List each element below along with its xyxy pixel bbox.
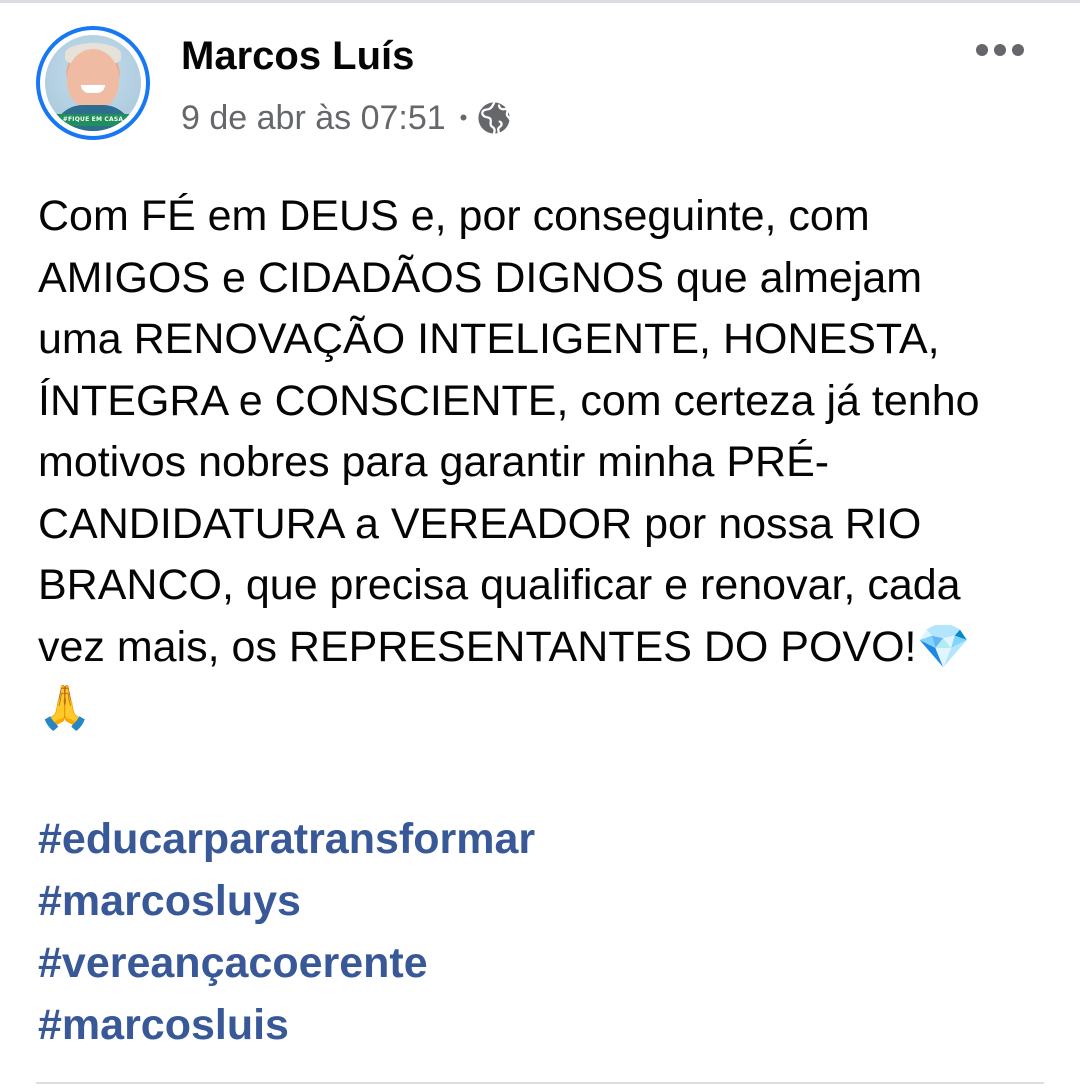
post-emoji-line: 🙏 xyxy=(38,678,1048,740)
post-text-last-line: vez mais, os REPRESENTANTES DO POVO!💎 xyxy=(38,617,1048,679)
meta-separator: • xyxy=(459,105,468,130)
hashtag-link[interactable]: #marcosluis xyxy=(38,994,535,1056)
post-timestamp[interactable]: 9 de abr às 07:51 xyxy=(181,99,446,138)
bottom-divider xyxy=(36,1082,1044,1084)
avatar-photo: #FIQUE EM CASA xyxy=(45,35,141,131)
praying-hands-emoji: 🙏 xyxy=(38,683,92,733)
post-text-line: Com FÉ em DEUS e, por conseguinte, com xyxy=(38,192,870,240)
more-options-icon xyxy=(976,44,988,56)
top-divider xyxy=(0,0,1080,3)
hashtag-list: #educarparatransformar #marcosluys #vere… xyxy=(38,808,535,1056)
post-text-line: CANDIDATURA a VEREADOR por nossa RIO xyxy=(38,499,922,548)
hashtag-link[interactable]: #vereançacoerente xyxy=(38,932,535,994)
post-text-line: vez mais, os REPRESENTANTES DO POVO! xyxy=(38,622,917,671)
avatar-banner-text: #FIQUE EM CASA xyxy=(45,114,141,126)
post-text-line: motivos nobres para garantir minha PRÉ- xyxy=(38,438,830,486)
author-name[interactable]: Marcos Luís xyxy=(181,30,414,82)
globe-icon[interactable] xyxy=(477,101,512,135)
gem-emoji: 💎 xyxy=(916,621,971,672)
more-options-button[interactable] xyxy=(968,32,1032,68)
post-text-line: ÍNTEGRA e CONSCIENTE, com certeza já ten… xyxy=(38,376,980,425)
author-avatar[interactable]: #FIQUE EM CASA xyxy=(36,26,150,140)
hashtag-link[interactable]: #educarparatransformar xyxy=(38,808,535,870)
post-meta: 9 de abr às 07:51 • xyxy=(181,94,512,142)
post-text-line: BRANCO, que precisa qualificar e renovar… xyxy=(38,561,961,609)
post-body: Com FÉ em DEUS e, por conseguinte, com A… xyxy=(38,186,1048,740)
post-text-line: AMIGOS e CIDADÃOS DIGNOS que almejam xyxy=(38,253,923,302)
hashtag-link[interactable]: #marcosluys xyxy=(38,870,535,932)
post-text-line: uma RENOVAÇÃO INTELIGENTE, HONESTA, xyxy=(38,315,940,363)
